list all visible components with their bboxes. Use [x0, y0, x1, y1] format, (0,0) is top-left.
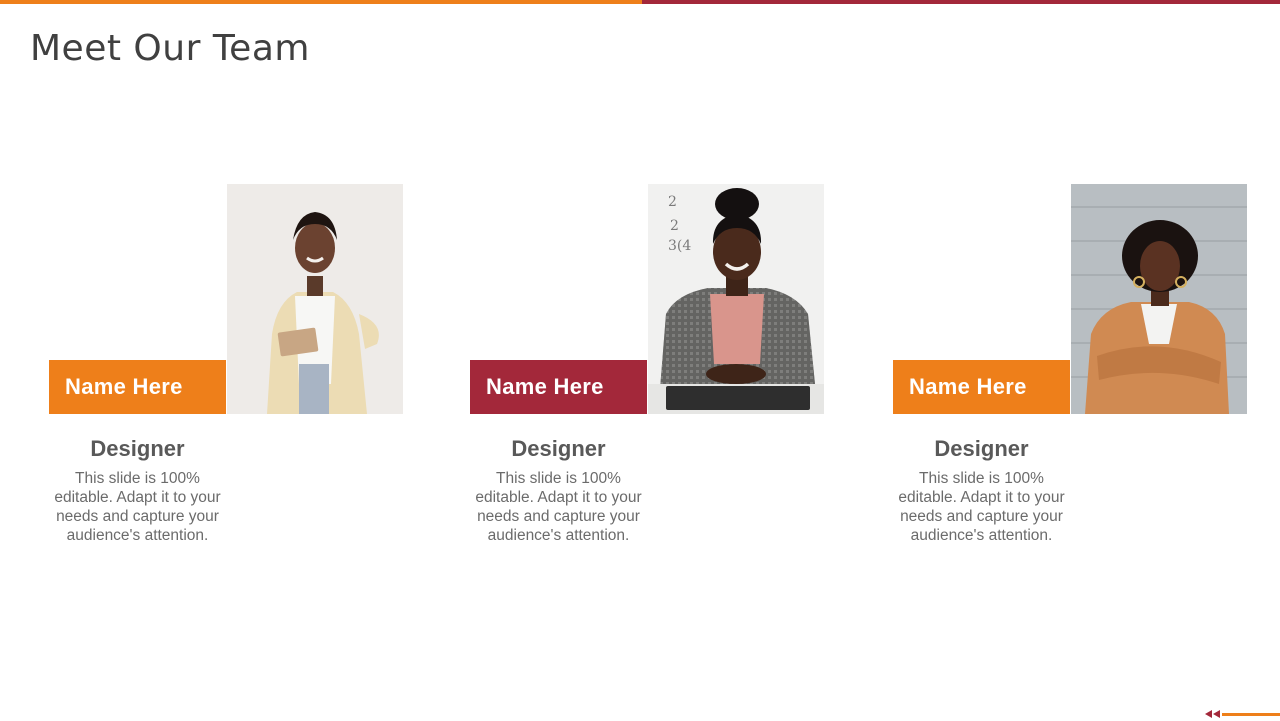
member-description: This slide is 100% editable. Adapt it to… — [475, 470, 642, 544]
member-role: Designer — [511, 436, 606, 461]
member-photo: 2 2 3(4 — [648, 184, 824, 414]
member-role: Designer — [934, 436, 1029, 461]
team-member-card: 2 2 3(4 Name Here Designer This slide is… — [470, 184, 870, 564]
svg-text:3(4: 3(4 — [668, 238, 691, 254]
team-member-card: Name Here Designer This slide is 100% ed… — [49, 184, 449, 564]
top-accent-bar-orange — [0, 0, 642, 4]
member-photo — [227, 184, 403, 414]
member-photo — [1071, 184, 1247, 414]
svg-text:2: 2 — [668, 194, 677, 210]
double-arrow-left-icon[interactable] — [1205, 707, 1223, 721]
member-name-tag: Name Here — [49, 360, 226, 414]
member-role: Designer — [90, 436, 185, 461]
team-member-card: Name Here Designer This slide is 100% ed… — [893, 184, 1280, 564]
member-name-tag: Name Here — [470, 360, 647, 414]
top-accent-bar-maroon — [642, 0, 1280, 4]
footer-accent-line — [1222, 713, 1280, 716]
member-description: This slide is 100% editable. Adapt it to… — [54, 470, 221, 544]
member-name-tag: Name Here — [893, 360, 1070, 414]
member-description: This slide is 100% editable. Adapt it to… — [898, 470, 1065, 544]
slide-title: Meet Our Team — [30, 28, 310, 69]
svg-text:2: 2 — [670, 218, 679, 234]
